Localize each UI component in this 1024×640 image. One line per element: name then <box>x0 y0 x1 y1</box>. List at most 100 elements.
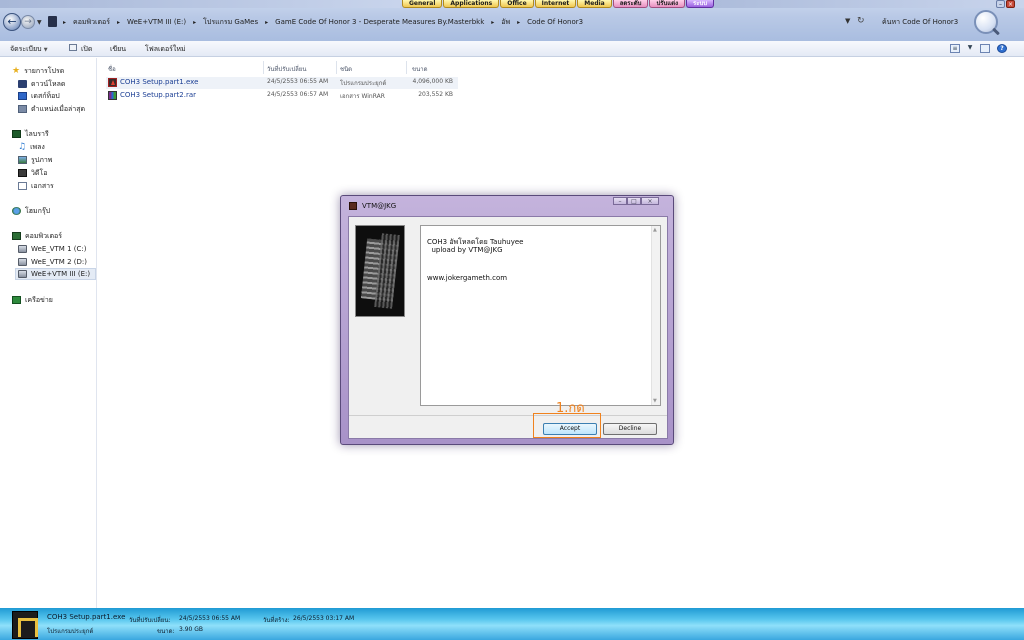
preview-pane-icon[interactable] <box>980 44 990 53</box>
recent-places-icon <box>18 105 27 113</box>
column-header-date[interactable]: วันที่ปรับเปลี่ยน <box>267 64 306 74</box>
view-controls: ≡ ▼ ? <box>950 44 1007 53</box>
breadcrumb-drive-e[interactable]: WeE+VTM III (E:) <box>122 18 191 26</box>
file-date: 24/5/2553 06:57 AM <box>267 91 329 98</box>
search-icon[interactable] <box>974 10 998 34</box>
navigation-pane: ★ รายการโปรด ดาวน์โหลด เดสก์ท็อป ตำแหน่ง… <box>0 58 97 608</box>
history-dropdown-icon[interactable]: ▼ <box>37 19 42 26</box>
file-type: โปรแกรมประยุกต์ <box>340 80 387 87</box>
hard-drive-icon <box>18 270 27 278</box>
back-button[interactable]: ← <box>3 13 21 31</box>
chevron-right-icon[interactable]: ▸ <box>263 19 270 26</box>
details-file-name: COH3 Setup.part1.exe <box>47 613 126 621</box>
sidebar-item-videos[interactable]: วิดีโอ <box>18 167 47 179</box>
sidebar-item-network[interactable]: เครือข่าย <box>12 294 53 306</box>
table-row[interactable]: COH3 Setup.part1.exe 24/5/2553 06:55 AM … <box>106 77 458 89</box>
address-dropdown-icon[interactable]: ▼ <box>845 17 850 25</box>
column-divider[interactable] <box>263 61 264 74</box>
organize-button[interactable]: จัดระเบียบ ▼ <box>10 44 48 55</box>
sidebar-item-label: ดาวน์โหลด <box>31 79 66 88</box>
launcher-tab-general[interactable]: General <box>402 0 443 8</box>
desktop-icon <box>18 92 27 100</box>
sidebar-item-label: รายการโปรด <box>24 66 65 75</box>
search-input[interactable]: ค้นหา Code Of Honor3 <box>876 14 972 30</box>
scroll-down-icon[interactable]: ▼ <box>653 398 657 404</box>
change-view-icon[interactable]: ≡ <box>950 44 960 53</box>
breadcrumb-code-of-honor3[interactable]: Code Of Honor3 <box>522 18 588 26</box>
chevron-right-icon[interactable]: ▸ <box>115 19 122 26</box>
close-window-button[interactable]: × <box>1006 0 1015 8</box>
decline-button[interactable]: Decline <box>603 423 657 435</box>
chevron-right-icon[interactable]: ▸ <box>191 19 198 26</box>
breadcrumb-games[interactable]: โปรแกรม GaMes <box>198 17 263 28</box>
minimize-button[interactable]: – <box>996 0 1005 8</box>
dialog-window-controls: – □ × <box>613 197 659 205</box>
sidebar-item-desktop[interactable]: เดสก์ท็อป <box>18 90 60 102</box>
breadcrumb-computer[interactable]: คอมพิวเตอร์ <box>68 17 115 28</box>
window-controls: – × <box>996 0 1015 8</box>
burn-button[interactable]: เขียน <box>110 44 126 55</box>
column-header-type[interactable]: ชนิด <box>340 64 352 74</box>
sidebar-item-downloads[interactable]: ดาวน์โหลด <box>18 78 65 90</box>
sidebar-item-recent-places[interactable]: ตำแหน่งเมื่อล่าสุด <box>18 103 85 115</box>
pictures-icon <box>18 156 27 164</box>
details-created-value: 26/5/2553 03:17 AM <box>293 615 355 622</box>
help-icon[interactable]: ? <box>997 44 1007 53</box>
sidebar-item-drive-e[interactable]: WeE+VTM III (E:) <box>15 268 96 280</box>
sidebar-item-label: เพลง <box>30 142 45 151</box>
sidebar-item-pictures[interactable]: รูปภาพ <box>18 154 52 166</box>
breadcrumb-upload[interactable]: อัพ <box>496 17 515 28</box>
launcher-tab-customize[interactable]: ปรับแต่ง <box>649 0 686 8</box>
details-created-label: วันที่สร้าง: <box>263 617 290 624</box>
sidebar-item-drive-c[interactable]: WeE_VTM 1 (C:) <box>18 243 86 255</box>
new-folder-button[interactable]: โฟลเดอร์ใหม่ <box>145 44 186 55</box>
sidebar-item-label: รูปภาพ <box>31 155 53 164</box>
chevron-right-icon[interactable]: ▸ <box>61 19 68 26</box>
sidebar-item-favorites[interactable]: ★ รายการโปรด <box>12 65 64 77</box>
sidebar-item-drive-d[interactable]: WeE_VTM 2 (D:) <box>18 256 87 268</box>
launcher-tab-office[interactable]: Office <box>500 0 534 8</box>
sidebar-item-label: ตำแหน่งเมื่อล่าสุด <box>31 104 86 113</box>
column-header-name[interactable]: ชื่อ <box>108 64 116 74</box>
launcher-tab-system[interactable]: ระบบ <box>686 0 715 8</box>
scroll-up-icon[interactable]: ▲ <box>653 227 657 233</box>
sidebar-item-documents[interactable]: เอกสาร <box>18 180 54 192</box>
sidebar-item-libraries[interactable]: ไลบรารี <box>12 128 49 140</box>
sidebar-item-label: ไลบรารี <box>25 129 49 138</box>
open-button[interactable]: เปิด <box>81 44 92 55</box>
details-modified-label: วันที่ปรับเปลี่ยน: <box>129 617 171 624</box>
sidebar-item-label: เอกสาร <box>31 181 54 190</box>
chevron-right-icon[interactable]: ▸ <box>515 19 522 26</box>
column-divider[interactable] <box>406 61 407 74</box>
forward-button[interactable]: → <box>21 15 35 29</box>
file-name: COH3 Setup.part2.rar <box>120 91 197 99</box>
sidebar-item-label: WeE_VTM 2 (D:) <box>31 258 87 266</box>
file-type: เอกสาร WinRAR <box>340 93 385 100</box>
chevron-down-icon[interactable]: ▼ <box>967 44 973 53</box>
column-divider[interactable] <box>336 61 337 74</box>
maximize-button[interactable]: □ <box>627 197 641 205</box>
license-text-area[interactable]: COH3 อัพโหลดโดย Tauhuyee upload by VTM@J… <box>420 225 661 406</box>
file-size: 203,552 KB <box>418 91 453 98</box>
launcher-tab-applications[interactable]: Applications <box>443 0 500 8</box>
minimize-button[interactable]: – <box>613 197 627 205</box>
chevron-right-icon[interactable]: ▸ <box>489 19 496 26</box>
chevron-down-icon: ▼ <box>43 47 48 53</box>
sidebar-item-computer[interactable]: คอมพิวเตอร์ <box>12 230 62 242</box>
table-row[interactable]: COH3 Setup.part2.rar 24/5/2553 06:57 AM … <box>106 90 458 102</box>
column-headers: ชื่อ วันที่ปรับเปลี่ยน ชนิด ขนาด <box>98 58 458 76</box>
vertical-scrollbar[interactable]: ▲ ▼ <box>651 226 660 405</box>
sidebar-item-music[interactable]: ♫ เพลง <box>18 141 45 153</box>
column-header-size[interactable]: ขนาด <box>412 64 427 74</box>
launcher-tab-reduce[interactable]: ลดระดับ <box>612 0 649 8</box>
file-size: 4,096,000 KB <box>412 78 454 85</box>
launcher-tab-internet[interactable]: Internet <box>534 0 577 8</box>
top-strip <box>0 0 400 8</box>
details-file-type: โปรแกรมประยุกต์ <box>47 628 94 635</box>
launcher-tab-media[interactable]: Media <box>577 0 612 8</box>
close-button[interactable]: × <box>641 197 659 205</box>
sidebar-item-homegroup[interactable]: โฮมกรุ๊ป <box>12 205 50 217</box>
breadcrumb-game-folder[interactable]: GamE Code Of Honor 3 - Desperate Measure… <box>270 18 489 26</box>
refresh-icon[interactable]: ↻ <box>857 16 865 26</box>
annotation-label: 1.กด <box>556 401 585 416</box>
